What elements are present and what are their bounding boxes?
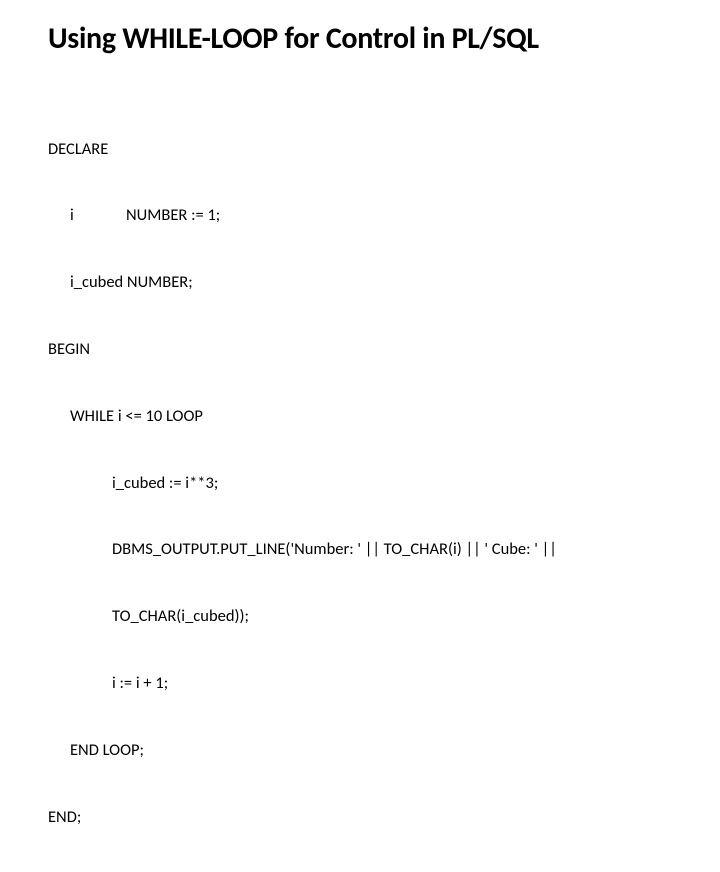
- code-line: END;: [48, 806, 672, 828]
- code-line: END LOOP;: [48, 739, 672, 761]
- code-line: BEGIN: [48, 338, 672, 360]
- code-line: i_cubed := i**3;: [48, 472, 672, 494]
- code-line: i NUMBER := 1;: [48, 204, 672, 226]
- code-line: i := i + 1;: [48, 672, 672, 694]
- code-line: DECLARE: [48, 138, 672, 160]
- code-line: WHILE i <= 10 LOOP: [48, 405, 672, 427]
- code-line: DBMS_OUTPUT.PUT_LINE('Number: ' || TO_CH…: [48, 538, 672, 560]
- code-block: DECLARE i NUMBER := 1; i_cubed NUMBER; B…: [48, 93, 672, 872]
- slide-title: Using WHILE-LOOP for Control in PL/SQL: [48, 20, 672, 57]
- code-line: TO_CHAR(i_cubed));: [48, 605, 672, 627]
- slide: Using WHILE-LOOP for Control in PL/SQL D…: [0, 0, 720, 872]
- code-line: i_cubed NUMBER;: [48, 271, 672, 293]
